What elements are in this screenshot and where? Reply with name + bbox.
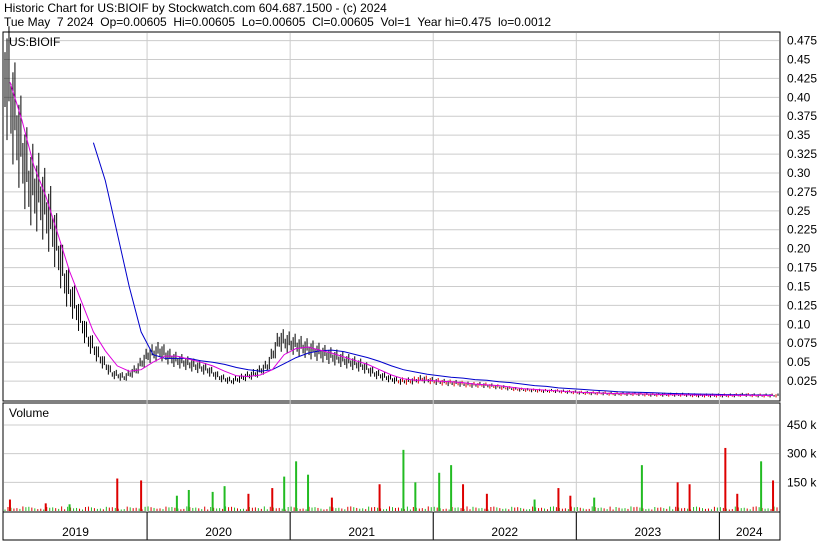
volume-spike [414,482,417,511]
price-tick-label: 0.275 [787,185,817,199]
price-tick-label: 0.025 [787,374,817,388]
volume-tick-label: 150 k [787,475,817,489]
volume-spike [640,465,643,511]
price-tick-label: 0.375 [787,109,817,123]
volume-spike [68,504,71,511]
year-label: 2022 [491,525,518,539]
year-label: 2023 [634,525,661,539]
year-label: 2020 [205,525,232,539]
year-label: 2019 [62,525,89,539]
price-tick-label: 0.30 [787,166,811,180]
volume-spike [8,499,11,511]
volume-spike [772,480,775,511]
volume-spike [330,497,333,511]
volume-spike [295,461,298,511]
volume-spike [438,472,441,511]
volume-spike [307,474,310,511]
price-panel [2,31,781,402]
year-axis-strip [2,511,781,541]
volume-spike [175,495,178,511]
volume-spike [402,449,405,511]
volume-label: Volume [9,406,49,420]
price-tick-label: 0.15 [787,279,811,293]
price-tick-label: 0.425 [787,71,817,85]
price-tick-label: 0.25 [787,204,811,218]
volume-spike [688,484,691,511]
stock-chart: 0.475 0.45 0.425 0.40 0.375 0.35 0.325 0.30 0.27… [2,26,817,541]
volume-spike [569,495,572,511]
volume-spike [557,488,560,511]
volume-tick-label: 450 k [787,418,817,432]
price-tick-label: 0.225 [787,223,817,237]
volume-spike [736,493,739,511]
volume-spike [44,503,47,511]
year-label: 2021 [348,525,375,539]
volume-spike [533,499,536,511]
volume-tick-label: 300 k [787,447,817,461]
volume-spike [116,478,119,511]
price-tick-label: 0.45 [787,52,811,66]
volume-spike [247,493,250,511]
volume-spike [283,476,286,511]
price-tick-label: 0.325 [787,147,817,161]
volume-spike [676,482,679,511]
volume-spike [724,447,727,511]
volume-spike [211,491,214,511]
volume-spike [223,486,226,511]
price-tick-labels: 0.475 0.45 0.425 0.40 0.375 0.35 0.325 0.30 0.27… [787,34,817,389]
volume-spike [450,465,453,511]
symbol-label: US:BIOIF [9,35,60,49]
price-tick-label: 0.20 [787,242,811,256]
volume-spike [760,461,763,511]
price-tick-label: 0.075 [787,336,817,350]
volume-spike [593,497,596,511]
price-tick-label: 0.10 [787,317,811,331]
volume-spike [271,488,274,511]
price-tick-label: 0.475 [787,34,817,48]
price-tick-label: 0.125 [787,298,817,312]
price-tick-label: 0.175 [787,261,817,275]
price-tick-label: 0.40 [787,90,811,104]
volume-tick-labels: 450 k 300 k 150 k [787,418,817,489]
volume-panel [2,402,781,513]
volume-spike [462,484,465,511]
volume-spike [485,493,488,511]
volume-spike [140,480,143,511]
volume-spike [187,489,190,511]
volume-spike [378,484,381,511]
year-label: 2024 [736,525,763,539]
price-tick-label: 0.05 [787,355,811,369]
price-tick-label: 0.35 [787,128,811,142]
